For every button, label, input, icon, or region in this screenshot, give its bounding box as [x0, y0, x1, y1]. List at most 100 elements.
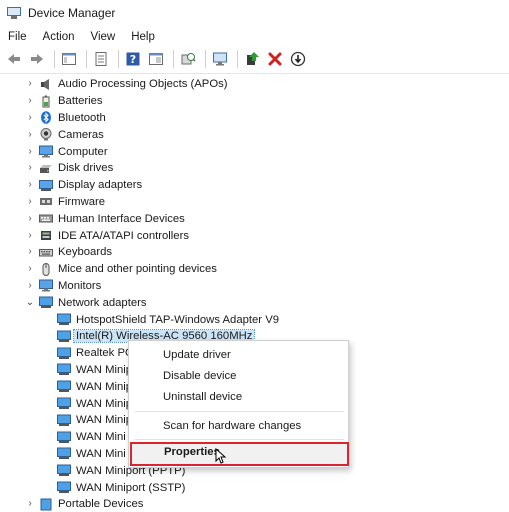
bluetooth-icon: [39, 111, 53, 125]
context-menu-properties[interactable]: Properties: [130, 442, 349, 466]
tree-item-cameras[interactable]: › Cameras: [0, 126, 509, 143]
device-manager-app-icon: [6, 6, 22, 20]
ide-controller-icon: [39, 229, 53, 242]
chevron-right-icon[interactable]: ›: [25, 244, 35, 260]
tree-item-disk-drives[interactable]: › Disk drives: [0, 160, 509, 177]
tree-item-label: Network adapters: [58, 296, 147, 309]
chevron-right-icon[interactable]: ›: [25, 76, 35, 92]
network-adapter-label: WAN Mini: [76, 447, 126, 460]
show-hide-console-tree-icon[interactable]: [59, 49, 79, 69]
tree-item-label: Display adapters: [58, 179, 143, 192]
chevron-right-icon[interactable]: ›: [25, 177, 35, 193]
network-adapter-label: WAN Minip: [76, 363, 133, 376]
tree-item-label: Keyboards: [58, 246, 113, 259]
network-adapter-icon: [57, 464, 71, 477]
help-icon[interactable]: ?: [123, 49, 143, 69]
menu-help[interactable]: Help: [123, 28, 163, 46]
tree-item-firmware[interactable]: › Firmware: [0, 194, 509, 211]
chevron-right-icon[interactable]: ›: [25, 127, 35, 143]
show-panel-icon[interactable]: [146, 49, 166, 69]
tree-item-audio-processing-objects[interactable]: › Audio Processing Objects (APOs): [0, 76, 509, 93]
portable-device-icon: [39, 498, 53, 511]
monitor-icon: [39, 279, 53, 292]
toolbar-separator: [173, 50, 174, 68]
chevron-right-icon[interactable]: ›: [25, 110, 35, 126]
context-menu-update-driver[interactable]: Update driver: [129, 345, 348, 365]
uninstall-red-x-icon[interactable]: [265, 49, 285, 69]
chevron-right-icon[interactable]: ›: [25, 93, 35, 109]
network-adapter-label: WAN Mini: [76, 431, 126, 444]
tree-item-human-interface-devices[interactable]: › Human Interface Devices: [0, 210, 509, 227]
network-adapter-icon: [57, 363, 71, 376]
tree-item-ide-ata-atapi-controllers[interactable]: › IDE ATA/ATAPI controllers: [0, 227, 509, 244]
chevron-right-icon[interactable]: ›: [25, 211, 35, 227]
speaker-icon: [39, 78, 53, 91]
context-menu-separator: [135, 411, 344, 412]
disk-drive-icon: [39, 162, 53, 175]
network-adapter-icon: [57, 397, 71, 410]
network-adapter-icon: [57, 481, 71, 494]
tree-item-bluetooth[interactable]: › Bluetooth: [0, 110, 509, 127]
tree-item-monitors[interactable]: › Monitors: [0, 278, 509, 295]
network-adapter-icon: [57, 380, 71, 393]
network-adapter-icon: [57, 330, 71, 343]
forward-arrow-icon[interactable]: [27, 49, 47, 69]
tree-item-label: IDE ATA/ATAPI controllers: [58, 229, 189, 242]
toolbar-separator: [54, 50, 55, 68]
chevron-right-icon[interactable]: ›: [25, 261, 35, 277]
disable-device-icon[interactable]: [288, 49, 308, 69]
window-title: Device Manager: [28, 6, 116, 20]
tree-item-network-adapters[interactable]: ⌄ Network adapters: [0, 294, 509, 311]
network-adapter-icon: [57, 431, 71, 444]
tree-item-label: Cameras: [58, 128, 104, 141]
tree-item-label: Computer: [58, 145, 108, 158]
chevron-right-icon[interactable]: ›: [25, 496, 35, 512]
monitor-icon[interactable]: [210, 49, 230, 69]
network-adapter-icon: [57, 313, 71, 326]
toolbar-separator: [237, 50, 238, 68]
display-adapter-icon: [39, 179, 53, 192]
tree-item-mice-and-pointing-devices[interactable]: › Mice and other pointing devices: [0, 261, 509, 278]
tree-item-portable-devices[interactable]: › Portable Devices: [0, 496, 509, 512]
context-menu-uninstall-device[interactable]: Uninstall device: [129, 387, 348, 407]
network-adapter-label: WAN Minip: [76, 380, 133, 393]
context-menu: Update driver Disable device Uninstall d…: [128, 340, 349, 468]
tree-item-display-adapters[interactable]: › Display adapters: [0, 177, 509, 194]
menu-file[interactable]: File: [0, 28, 35, 46]
tree-item-computer[interactable]: › Computer: [0, 143, 509, 160]
toolbar: ?: [0, 48, 509, 70]
tree-item-batteries[interactable]: › Batteries: [0, 93, 509, 110]
chevron-right-icon[interactable]: ›: [25, 278, 35, 294]
context-menu-scan-hardware-changes[interactable]: Scan for hardware changes: [129, 416, 348, 436]
network-adapter-label: WAN Miniport (SSTP): [76, 481, 186, 494]
tree-item-label: Bluetooth: [58, 111, 106, 124]
chevron-down-icon[interactable]: ⌄: [25, 295, 35, 311]
battery-icon: [39, 95, 53, 108]
back-arrow-icon[interactable]: [4, 49, 24, 69]
menu-view[interactable]: View: [83, 28, 124, 46]
chevron-right-icon[interactable]: ›: [25, 228, 35, 244]
network-adapter-item[interactable]: WAN Miniport (SSTP): [0, 479, 509, 496]
network-adapter-item[interactable]: HotspotShield TAP-Windows Adapter V9: [0, 311, 509, 328]
hid-icon: [39, 212, 53, 225]
camera-icon: [39, 128, 53, 141]
svg-text:?: ?: [130, 53, 136, 66]
chevron-right-icon[interactable]: ›: [25, 194, 35, 210]
tree-item-label: Portable Devices: [58, 498, 144, 511]
tree-item-label: Mice and other pointing devices: [58, 263, 217, 276]
toolbar-separator: [205, 50, 206, 68]
mouse-cursor-icon: [215, 448, 227, 464]
tree-item-keyboards[interactable]: › Keyboards: [0, 244, 509, 261]
update-driver-icon[interactable]: [242, 49, 262, 69]
network-adapter-label: WAN Minip: [76, 397, 133, 410]
toolbar-separator: [118, 50, 119, 68]
scan-hardware-icon[interactable]: [178, 49, 198, 69]
context-menu-disable-device[interactable]: Disable device: [129, 366, 348, 386]
keyboard-icon: [39, 246, 53, 259]
menu-bar: File Action View Help: [0, 28, 509, 46]
properties-sheet-icon[interactable]: [91, 49, 111, 69]
menu-action[interactable]: Action: [35, 28, 83, 46]
chevron-right-icon[interactable]: ›: [25, 144, 35, 160]
toolbar-separator: [86, 50, 87, 68]
chevron-right-icon[interactable]: ›: [25, 160, 35, 176]
